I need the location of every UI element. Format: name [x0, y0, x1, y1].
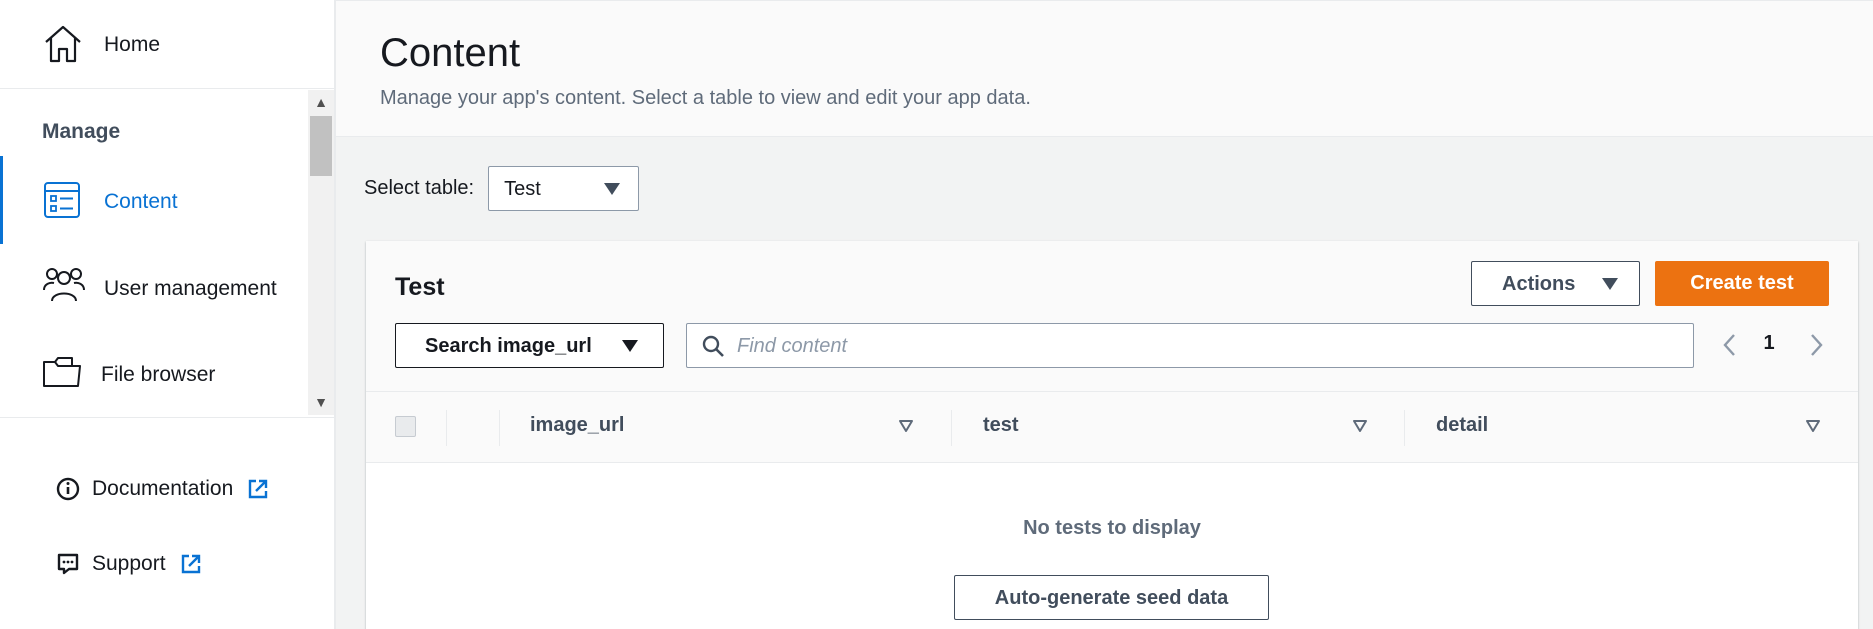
sidebar-item-user-management[interactable]: User management: [0, 244, 308, 332]
sidebar: Home Manage Content User management File…: [0, 0, 336, 629]
sort-caret-icon[interactable]: [1352, 419, 1368, 433]
table-title: Test: [395, 273, 445, 301]
table-select-row: Select table: Test: [364, 166, 640, 211]
page-header: Content Manage your app's content. Selec…: [336, 0, 1873, 137]
scroll-down-icon[interactable]: ▼: [308, 390, 334, 414]
support-link[interactable]: Support: [56, 549, 202, 579]
caret-down-icon: [604, 183, 621, 195]
sidebar-item-home-label: Home: [104, 33, 161, 56]
column-header-detail[interactable]: detail: [1436, 414, 1488, 437]
auto-generate-seed-data-button[interactable]: Auto-generate seed data: [954, 575, 1269, 620]
create-test-button-label: Create test: [1690, 272, 1794, 294]
external-link-icon: [249, 479, 268, 499]
caret-down-icon: [1602, 278, 1618, 290]
column-header-test[interactable]: test: [983, 414, 1019, 437]
table-column-headers: image_url test detail: [366, 391, 1858, 463]
page-title: Content: [380, 31, 521, 75]
table-select-value: Test: [504, 178, 541, 200]
users-icon: [43, 268, 85, 302]
empty-state-message: No tests to display: [1023, 517, 1201, 539]
table-select-dropdown[interactable]: Test: [488, 166, 640, 211]
scroll-thumb[interactable]: [310, 116, 332, 176]
column-divider: [446, 410, 447, 446]
external-link-icon: [181, 554, 200, 574]
column-divider: [1404, 410, 1405, 446]
search-field-dropdown[interactable]: Search image_url: [395, 323, 664, 368]
find-content-input[interactable]: [737, 330, 1677, 362]
page-description: Manage your app's content. Select a tabl…: [380, 87, 1031, 109]
sidebar-section-title: Manage: [42, 120, 121, 143]
sidebar-item-home[interactable]: Home: [0, 0, 334, 89]
auto-generate-seed-data-label: Auto-generate seed data: [994, 587, 1229, 609]
find-content-field[interactable]: [686, 323, 1694, 368]
column-header-image-url[interactable]: image_url: [530, 414, 624, 437]
sidebar-item-content-label: Content: [104, 190, 178, 213]
sidebar-scrollbar[interactable]: ▲ ▼: [308, 90, 334, 415]
chevron-right-icon[interactable]: [1804, 332, 1828, 358]
table-header: Test Actions Create test Search image_ur…: [366, 241, 1858, 391]
actions-button-label: Actions: [1502, 273, 1576, 295]
chevron-left-icon[interactable]: [1718, 332, 1742, 358]
content-list-icon: [44, 182, 80, 218]
main-content: Content Manage your app's content. Selec…: [336, 0, 1873, 629]
column-divider: [951, 410, 952, 446]
documentation-link[interactable]: Documentation: [56, 474, 269, 504]
sidebar-item-content[interactable]: Content: [0, 156, 308, 244]
sort-caret-icon[interactable]: [1805, 419, 1821, 433]
table-container: Test Actions Create test Search image_ur…: [366, 241, 1858, 629]
sidebar-divider: [0, 417, 334, 418]
column-divider: [499, 410, 500, 446]
actions-button[interactable]: Actions: [1471, 261, 1640, 306]
support-label: Support: [92, 552, 166, 575]
sidebar-item-user-management-label: User management: [104, 277, 277, 300]
chat-icon: [57, 553, 79, 575]
documentation-label: Documentation: [92, 477, 234, 500]
info-icon: [56, 477, 80, 501]
home-icon: [45, 25, 81, 63]
create-test-button[interactable]: Create test: [1655, 261, 1829, 306]
sort-caret-icon[interactable]: [898, 419, 914, 433]
search-icon: [702, 335, 724, 357]
scroll-up-icon[interactable]: ▲: [308, 90, 334, 114]
table-select-label: Select table:: [364, 177, 475, 199]
select-all-checkbox[interactable]: [395, 416, 416, 437]
sidebar-item-file-browser[interactable]: File browser: [0, 330, 308, 415]
pagination: 1: [1718, 323, 1838, 368]
search-field-label: Search image_url: [425, 335, 592, 357]
current-page-number[interactable]: 1: [1754, 332, 1784, 355]
sidebar-item-file-browser-label: File browser: [101, 363, 216, 386]
caret-down-icon: [622, 340, 638, 352]
folder-icon: [43, 357, 81, 387]
sidebar-nav: Manage Content User management File brow…: [0, 90, 334, 415]
